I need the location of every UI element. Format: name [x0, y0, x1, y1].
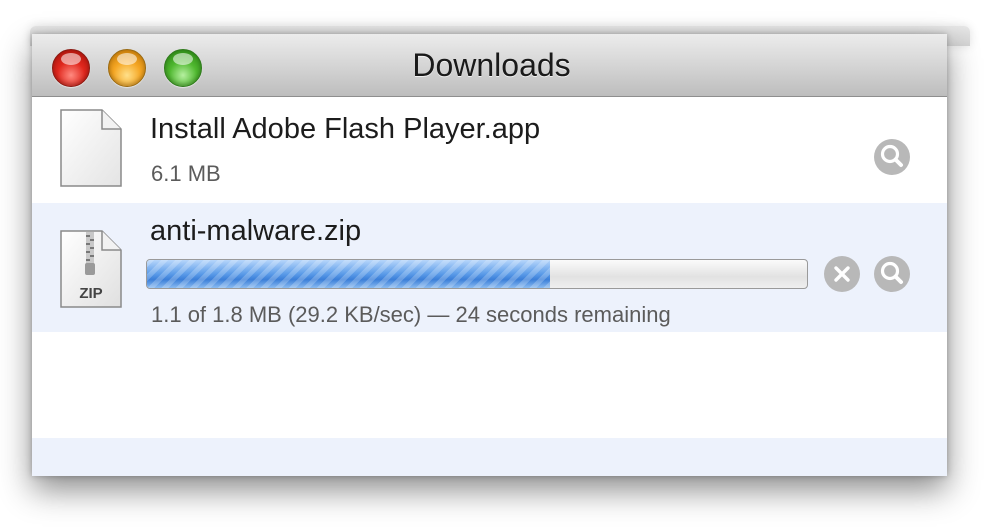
zip-icon-label: ZIP	[79, 285, 102, 302]
download-size: 6.1 MB	[151, 161, 221, 186]
window-title: Downloads	[412, 47, 571, 83]
download-progress-bar	[146, 259, 808, 289]
download-item-zip[interactable]: ZIP anti-malware.zip 1.1 of 1.8 MB (29.2…	[32, 203, 947, 332]
downloads-window: Downloads Install Adobe Flash Player.app…	[32, 34, 947, 476]
empty-list-row	[32, 438, 947, 476]
reveal-in-finder-button[interactable]	[874, 139, 910, 175]
download-filename: Install Adobe Flash Player.app	[150, 113, 541, 145]
download-filename: anti-malware.zip	[150, 215, 362, 247]
generic-document-icon	[60, 109, 122, 187]
stop-download-button[interactable]	[824, 256, 860, 292]
zip-archive-icon: ZIP	[60, 230, 122, 308]
magnifier-icon	[880, 261, 903, 284]
download-progress-fill	[147, 260, 550, 288]
title-bar[interactable]: Downloads	[32, 34, 947, 97]
download-item-flash[interactable]: Install Adobe Flash Player.app 6.1 MB	[32, 97, 947, 203]
empty-list-row	[32, 332, 947, 438]
download-status: 1.1 of 1.8 MB (29.2 KB/sec) — 24 seconds…	[151, 302, 671, 327]
magnifier-icon	[880, 144, 903, 167]
stop-x-icon	[834, 266, 850, 282]
reveal-in-finder-button[interactable]	[874, 256, 910, 292]
